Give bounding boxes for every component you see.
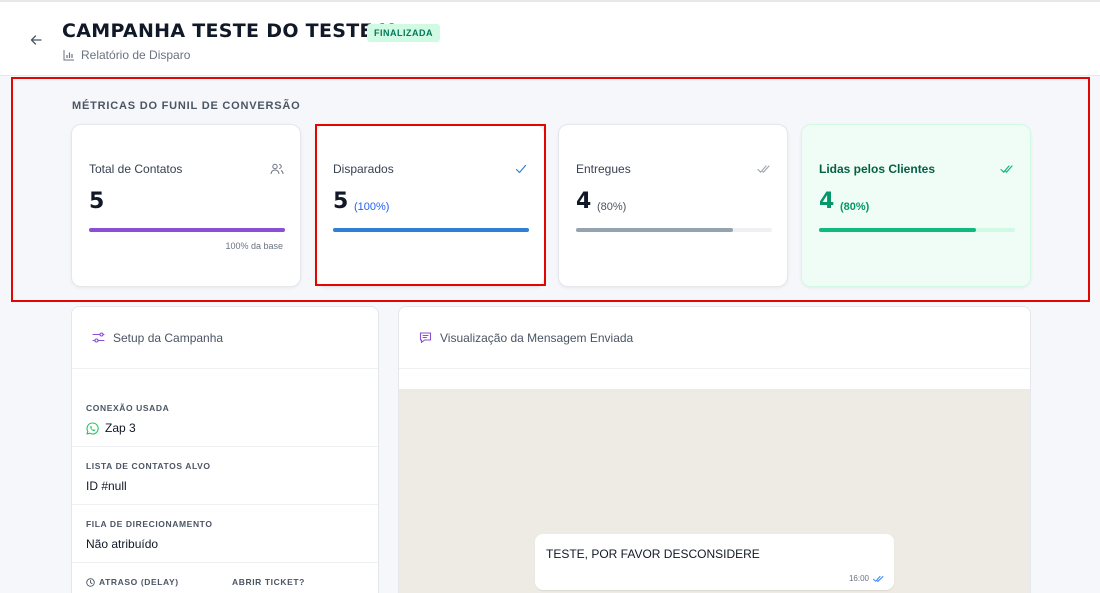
message-square-icon <box>419 332 432 344</box>
double-check-icon <box>757 165 770 173</box>
message-preview-panel: Visualização da Mensagem Enviada TESTE, … <box>398 306 1031 593</box>
setup-delay-ticket-row: ATRASO (DELAY) ABRIR TICKET? <box>72 563 378 593</box>
double-check-icon <box>873 575 884 582</box>
check-icon <box>515 164 527 174</box>
double-check-icon <box>1000 165 1013 173</box>
setup-queue-row: FILA DE DIRECIONAMENTO Não atribuído <box>72 505 378 563</box>
metric-label: Disparados <box>333 162 394 176</box>
setup-contact-list-row: LISTA DE CONTATOS ALVO ID #null <box>72 447 378 505</box>
whatsapp-icon <box>86 421 99 435</box>
metric-value: 5 <box>89 189 105 214</box>
connection-value: Zap 3 <box>105 421 136 435</box>
setup-panel-title: Setup da Campanha <box>113 330 224 345</box>
metric-label: Total de Contatos <box>89 162 183 176</box>
metric-percent: (80%) <box>840 201 870 213</box>
message-bubble: TESTE, POR FAVOR DESCONSIDERE 16:00 <box>535 534 894 590</box>
status-badge: FINALIZADA <box>367 24 440 42</box>
metric-footnote: 100% da base <box>225 241 283 251</box>
ticket-label: ABRIR TICKET? <box>232 577 305 587</box>
metric-card-delivered: Entregues 4 (80%) <box>558 124 788 287</box>
metric-percent: (80%) <box>597 201 627 213</box>
progress-fill <box>819 228 976 232</box>
contact-list-label: LISTA DE CONTATOS ALVO <box>86 461 211 471</box>
preview-panel-title: Visualização da Mensagem Enviada <box>440 330 634 345</box>
metric-card-sent: Disparados 5 (100%) <box>315 124 545 287</box>
page-header: CAMPANHA TESTE DO TESTE X FINALIZADA Rel… <box>0 0 1100 76</box>
arrow-left-icon <box>30 35 42 45</box>
users-icon <box>270 163 284 175</box>
metric-value: 5 <box>333 189 349 214</box>
sliders-icon <box>92 332 105 343</box>
metric-card-read: Lidas pelos Clientes 4 (80%) <box>801 124 1031 287</box>
metric-label: Entregues <box>576 162 631 176</box>
queue-label: FILA DE DIRECIONAMENTO <box>86 519 213 529</box>
message-text: TESTE, POR FAVOR DESCONSIDERE <box>546 547 760 561</box>
campaign-setup-panel: Setup da Campanha CONEXÃO USADA Zap 3 LI… <box>71 306 379 593</box>
page-title: CAMPANHA TESTE DO TESTE X <box>62 20 395 42</box>
metric-label: Lidas pelos Clientes <box>819 162 936 176</box>
progress-track <box>576 228 772 232</box>
connection-label: CONEXÃO USADA <box>86 403 170 413</box>
chat-background: TESTE, POR FAVOR DESCONSIDERE 16:00 <box>399 389 1030 593</box>
metric-card-total-contacts: Total de Contatos 5 100% da base <box>71 124 301 287</box>
metric-percent: (100%) <box>354 201 390 213</box>
message-time: 16:00 <box>848 574 869 583</box>
setup-connection-row: CONEXÃO USADA Zap 3 <box>72 391 378 447</box>
back-button[interactable] <box>26 30 46 50</box>
connection-value-wrap: Zap 3 <box>86 421 378 435</box>
bar-chart-icon <box>63 50 74 61</box>
progress-track <box>89 228 285 232</box>
message-meta: 16:00 <box>849 574 884 583</box>
clock-icon <box>86 577 95 587</box>
metric-value: 4 <box>576 189 592 214</box>
delay-label: ATRASO (DELAY) <box>99 577 179 587</box>
progress-fill <box>576 228 733 232</box>
progress-track <box>333 228 529 232</box>
page-subtitle: Relatório de Disparo <box>63 48 190 62</box>
progress-fill <box>89 228 285 232</box>
progress-track <box>819 228 1015 232</box>
delay-label-wrap: ATRASO (DELAY) <box>86 577 179 587</box>
queue-value: Não atribuído <box>86 537 159 551</box>
progress-fill <box>333 228 529 232</box>
subtitle-text: Relatório de Disparo <box>81 48 191 62</box>
preview-panel-header: Visualização da Mensagem Enviada <box>399 307 1030 369</box>
setup-panel-header: Setup da Campanha <box>72 307 378 369</box>
metrics-section-title: MÉTRICAS DO FUNIL DE CONVERSÃO <box>72 100 301 112</box>
metric-value: 4 <box>819 189 835 214</box>
contact-list-value: ID #null <box>86 479 127 493</box>
